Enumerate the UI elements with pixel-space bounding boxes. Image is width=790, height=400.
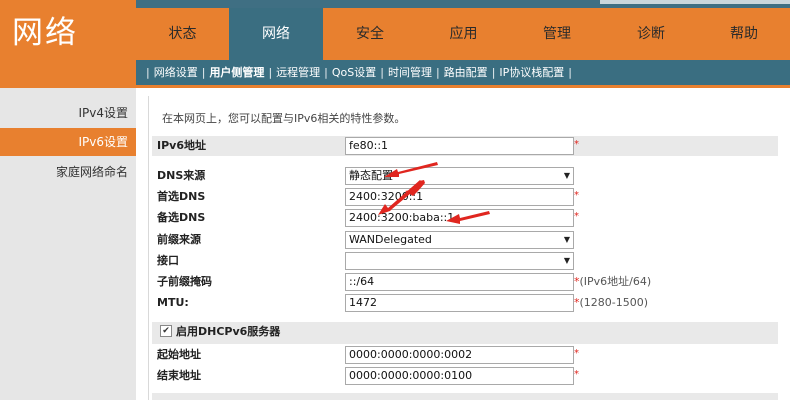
primary-dns-label: 首选DNS [157,190,206,203]
dhcpv6-enable-checkbox[interactable]: ✔ [160,325,172,337]
dropdown-arrow-icon: ▼ [563,256,570,265]
mtu-hint: *(1280-1500) [574,293,648,313]
row-primary-dns: 首选DNS 2400:3200::1 * [152,187,778,207]
prefix-source-select[interactable]: WANDelegated ▼ [345,231,574,249]
intro-text: 在本网页上，您可以配置与IPv6相关的特性参数。 [162,112,406,125]
mtu-input[interactable]: 1472 [345,294,574,312]
prefix-source-label: 前缀来源 [157,233,201,246]
tab-security[interactable]: 安全 [323,8,417,60]
row-start-address: 起始地址 0000:0000:0000:0002 * [152,345,778,365]
nav-strip-highlight [600,0,790,4]
subnav-qos-settings[interactable]: QoS设置 [332,60,376,85]
sidebar-item-ipv6[interactable]: IPv6设置 [0,128,136,156]
row-interface: 接口 ▼ [152,251,778,271]
required-marker: * [574,348,579,359]
row-dns-source: DNS来源 静态配置 ▼ [152,166,778,186]
subnav-ip-stack-config[interactable]: IP协议栈配置 [499,60,564,85]
tab-diagnostics[interactable]: 诊断 [604,8,698,60]
row-end-address: 结束地址 0000:0000:0000:0100 * [152,366,778,386]
secondary-dns-input[interactable]: 2400:3200:baba::1 [345,209,574,227]
section-title: 网络 [0,0,136,88]
subnav-remote-management[interactable]: 远程管理 [276,60,320,85]
tab-status[interactable]: 状态 [136,8,229,60]
prefix-mask-label: 子前缀掩码 [157,275,212,288]
interface-select[interactable]: ▼ [345,252,574,270]
mtu-label: MTU: [157,296,189,309]
start-address-input[interactable]: 0000:0000:0000:0002 [345,346,574,364]
tab-help[interactable]: 帮助 [698,8,790,60]
sub-navigation: | 网络设置 | 用户侧管理 | 远程管理 | QoS设置 | 时间管理 | 路由配置 | IP协议栈配置… [136,60,790,85]
row-prefix-source: 前缀来源 WANDelegated ▼ [152,230,778,250]
tab-management[interactable]: 管理 [510,8,604,60]
dns-source-label: DNS来源 [157,169,206,182]
row-ipv6-address: IPv6地址 fe80::1 * [152,136,778,156]
tab-network[interactable]: 网络 [229,8,323,60]
interface-label: 接口 [157,254,179,267]
secondary-dns-label: 备选DNS [157,211,206,224]
dhcpv6-enable-label: 启用DHCPv6服务器 [176,325,281,338]
subnav-user-side-management[interactable]: 用户侧管理 [209,60,264,85]
sidebar-item-home-network-naming[interactable]: 家庭网络命名 [0,158,136,186]
sidebar: IPv4设置 IPv6设置 家庭网络命名 [0,88,136,400]
required-marker: * [574,190,579,201]
row-dhcpv6-enable: ✔ 启用DHCPv6服务器 [152,322,778,344]
mtu-hint-text: (1280-1500) [579,296,649,309]
row-mtu: MTU: 1472 *(1280-1500) [152,293,778,313]
end-address-input[interactable]: 0000:0000:0000:0100 [345,367,574,385]
sidebar-item-ipv4[interactable]: IPv4设置 [0,99,136,127]
prefix-mask-hint: *(IPv6地址/64) [574,272,651,292]
prefix-source-value: WANDelegated [349,233,432,246]
dropdown-arrow-icon: ▼ [563,235,570,244]
ipv6-address-label: IPv6地址 [157,139,206,152]
start-address-label: 起始地址 [157,348,201,361]
required-marker: * [574,139,579,150]
required-marker: * [574,369,579,380]
nav-strip [136,0,790,8]
row-prefix-mask: 子前缀掩码 ::/64 *(IPv6地址/64) [152,272,778,292]
row-partial [152,393,778,400]
prefix-mask-input[interactable]: ::/64 [345,273,574,291]
primary-dns-input[interactable]: 2400:3200::1 [345,188,574,206]
row-secondary-dns: 备选DNS 2400:3200:baba::1 * [152,208,778,228]
end-address-label: 结束地址 [157,369,201,382]
required-marker: * [574,211,579,222]
dns-source-value: 静态配置 [349,169,393,182]
ipv6-address-input[interactable]: fe80::1 [345,137,574,155]
subnav-route-config[interactable]: 路由配置 [444,60,488,85]
subnav-network-settings[interactable]: 网络设置 [154,60,198,85]
content-divider [148,96,149,400]
tab-applications[interactable]: 应用 [417,8,510,60]
dropdown-arrow-icon: ▼ [563,171,570,180]
prefix-mask-hint-text: (IPv6地址/64) [579,275,652,288]
dns-source-select[interactable]: 静态配置 ▼ [345,167,574,185]
subnav-time-management[interactable]: 时间管理 [388,60,432,85]
